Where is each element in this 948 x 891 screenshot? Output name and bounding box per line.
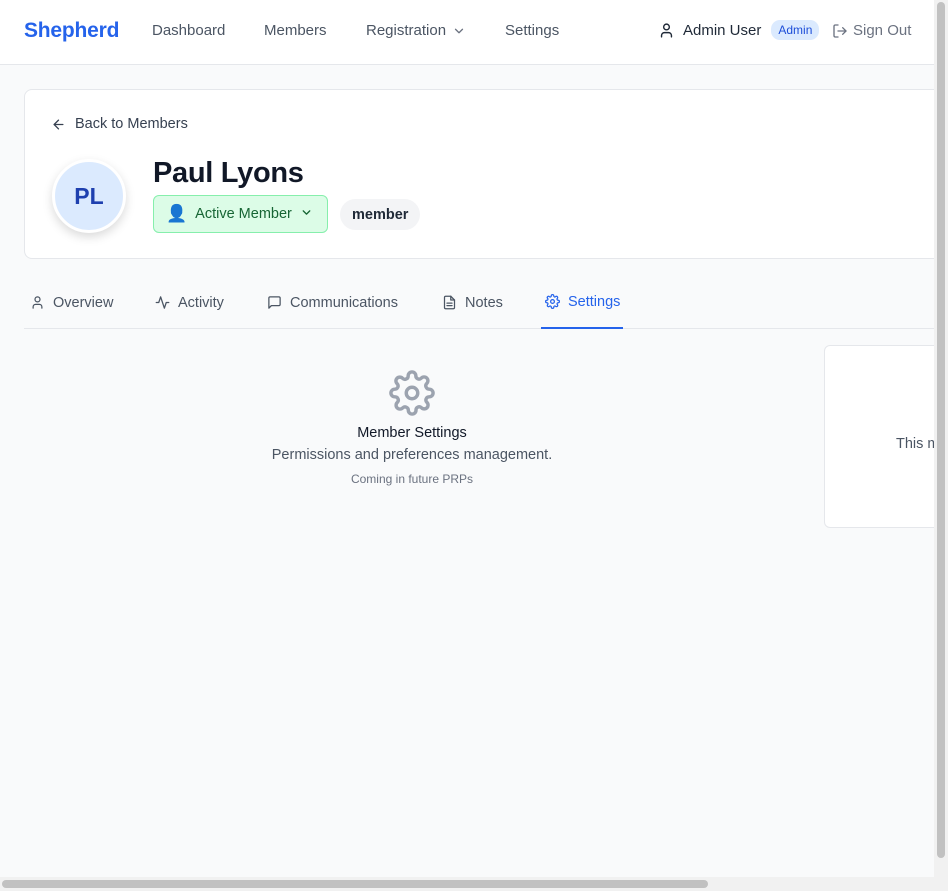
brand-logo[interactable]: Shepherd (24, 19, 119, 43)
tab-overview[interactable]: Overview (27, 276, 116, 329)
horizontal-scrollbar-thumb[interactable] (2, 880, 708, 888)
member-status-label: Active Member (195, 206, 292, 222)
avatar-initials: PL (74, 182, 104, 209)
chevron-down-icon (454, 28, 464, 33)
nav-link-registration[interactable]: Registration (366, 22, 466, 39)
tab-communications[interactable]: Communications (264, 276, 401, 329)
person-icon: 👤 (166, 204, 188, 223)
tab-notes-label: Notes (465, 294, 503, 311)
activity-icon (155, 296, 170, 309)
member-role-badge: member (340, 199, 421, 230)
file-text-icon (443, 295, 456, 310)
member-status-dropdown[interactable]: 👤 Active Member (153, 195, 328, 233)
message-square-icon (268, 296, 281, 309)
admin-role-badge: Admin (771, 20, 820, 40)
nav-link-settings-label: Settings (505, 22, 560, 39)
user-name: Admin User (683, 21, 762, 39)
arrow-left-icon (53, 119, 64, 129)
gear-icon (545, 294, 560, 309)
sign-out-button[interactable]: Sign Out (832, 22, 911, 39)
tab-communications-label: Communications (290, 294, 398, 311)
side-info-card: This m (824, 345, 948, 528)
vertical-scrollbar-thumb[interactable] (937, 2, 945, 858)
nav-link-members[interactable]: Members (264, 22, 327, 39)
back-link-label: Back to Members (75, 116, 188, 132)
app-viewport: Shepherd Dashboard Members Registration … (0, 0, 948, 891)
back-to-members-link[interactable]: Back to Members (51, 116, 188, 132)
gear-icon (389, 370, 435, 416)
user-menu[interactable]: Admin User Admin (658, 20, 820, 40)
top-navigation: Shepherd Dashboard Members Registration … (0, 0, 934, 65)
member-tabs: Overview Activity Communications Notes S… (24, 276, 934, 329)
settings-panel: Member Settings Permissions and preferen… (24, 345, 800, 486)
tab-settings[interactable]: Settings (541, 276, 624, 329)
nav-link-dashboard[interactable]: Dashboard (152, 22, 225, 39)
member-avatar: PL (52, 159, 126, 233)
tab-settings-label: Settings (568, 293, 621, 310)
tab-activity-label: Activity (178, 294, 224, 311)
user-icon (32, 296, 43, 309)
chevron-down-icon (300, 206, 313, 223)
settings-panel-description: Permissions and preferences management. (271, 447, 553, 463)
member-profile-card: Back to Members PL Paul Lyons 👤 Active M… (24, 89, 948, 259)
nav-link-settings[interactable]: Settings (505, 22, 559, 39)
tab-activity[interactable]: Activity (152, 276, 227, 329)
nav-link-registration-label: Registration (366, 22, 447, 39)
log-out-icon (833, 23, 847, 38)
settings-panel-title: Member Settings (357, 425, 467, 441)
tab-overview-label: Overview (53, 294, 114, 311)
member-name: Paul Lyons (153, 157, 304, 189)
user-icon (660, 22, 673, 38)
side-card-text: This m (896, 436, 940, 452)
nav-link-members-label: Members (264, 22, 327, 39)
sign-out-label: Sign Out (853, 22, 912, 39)
nav-link-dashboard-label: Dashboard (152, 22, 226, 39)
tab-notes[interactable]: Notes (439, 276, 506, 329)
settings-panel-note: Coming in future PRPs (350, 472, 474, 486)
